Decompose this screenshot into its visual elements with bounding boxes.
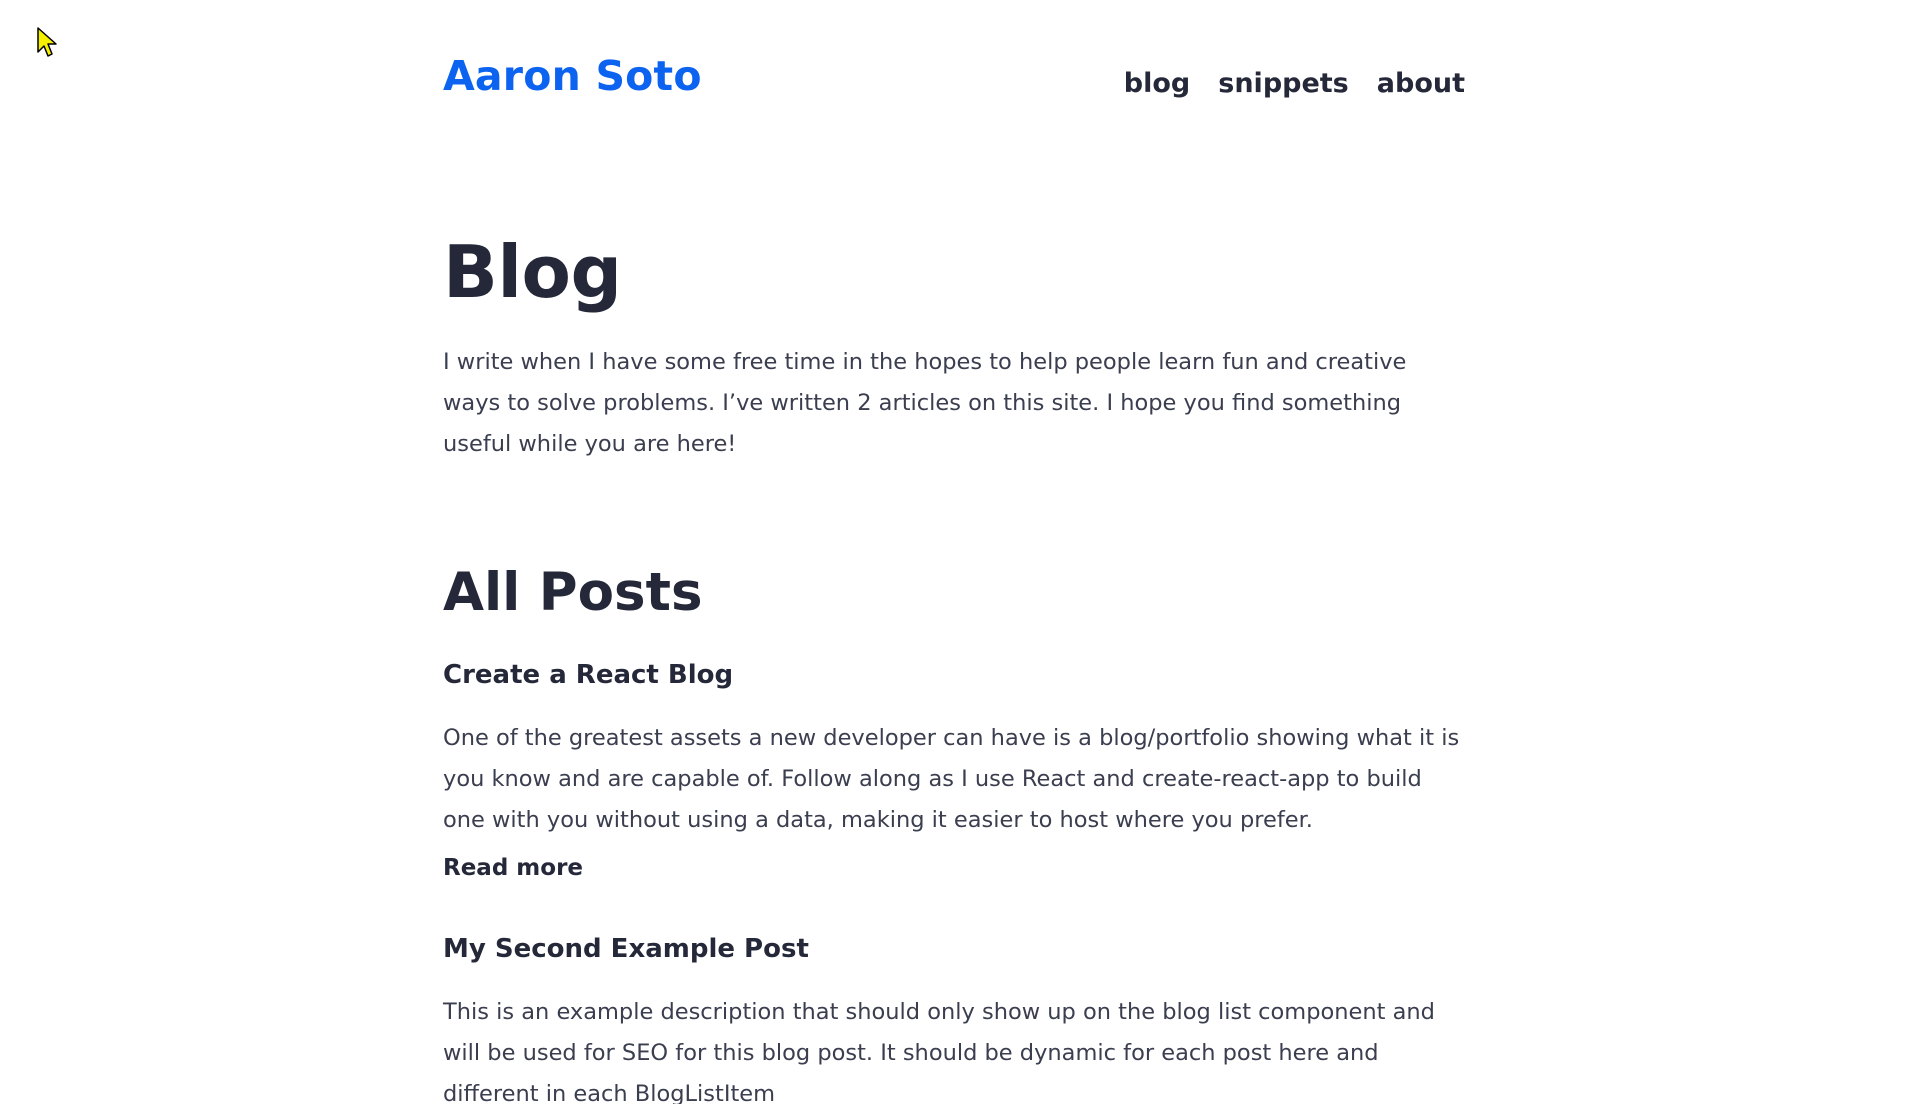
nav-link-about[interactable]: about	[1377, 68, 1465, 99]
post-title[interactable]: My Second Example Post	[443, 933, 1465, 967]
intro-paragraph: I write when I have some free time in th…	[443, 349, 1407, 457]
page-title: Blog	[443, 230, 622, 314]
post-description: One of the greatest assets a new develop…	[443, 724, 1460, 833]
mouse-pointer-icon	[37, 27, 57, 57]
content-container: Aaron Soto blog snippets about Blog I wr…	[443, 0, 1465, 1104]
site-header: Aaron Soto blog snippets about	[443, 0, 1465, 140]
nav-link-snippets[interactable]: snippets	[1218, 68, 1349, 99]
page: Aaron Soto blog snippets about Blog I wr…	[0, 0, 1918, 1104]
main-content: Blog I write when I have some free time …	[443, 236, 1465, 1104]
nav-link-blog[interactable]: blog	[1124, 68, 1190, 99]
main-nav: blog snippets about	[1124, 68, 1465, 99]
read-more-link[interactable]: Read more	[443, 855, 583, 881]
post-title[interactable]: Create a React Blog	[443, 659, 1465, 693]
site-title-link[interactable]: Aaron Soto	[443, 52, 702, 100]
all-posts-heading: All Posts	[443, 562, 703, 623]
post-list-item: My Second Example Post This is an exampl…	[443, 933, 1465, 1104]
post-description: This is an example description that shou…	[443, 998, 1435, 1104]
post-list-item: Create a React Blog One of the greatest …	[443, 659, 1465, 881]
